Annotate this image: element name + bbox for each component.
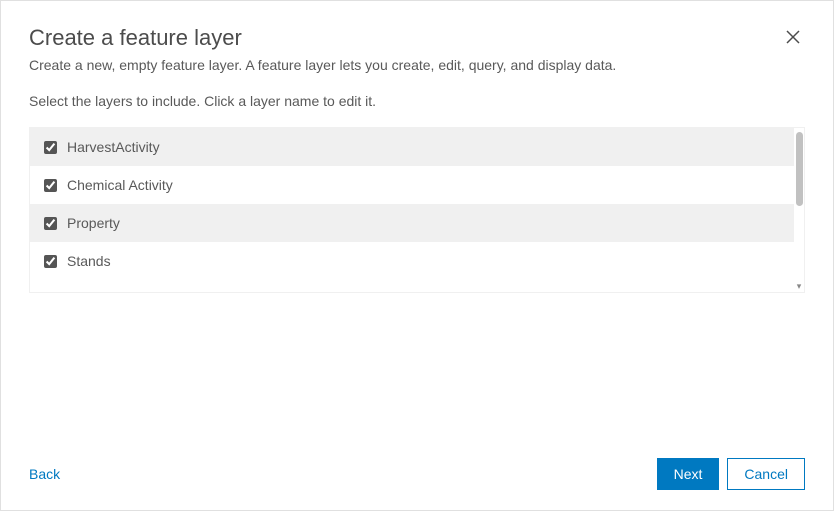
dialog-header: Create a feature layer [29,25,805,57]
layer-row[interactable]: Property [30,204,794,242]
close-icon [785,29,801,45]
layer-row[interactable]: Stands [30,242,794,280]
layer-instruction: Select the layers to include. Click a la… [29,93,805,109]
next-button[interactable]: Next [657,458,720,490]
footer-buttons: Next Cancel [657,458,805,490]
dialog-subtitle: Create a new, empty feature layer. A fea… [29,57,805,73]
close-button[interactable] [781,25,805,52]
scrollbar-thumb[interactable] [796,132,803,206]
cancel-button[interactable]: Cancel [727,458,805,490]
layer-checkbox[interactable] [44,217,57,230]
layer-name-label[interactable]: Stands [67,253,111,269]
layer-checkbox[interactable] [44,141,57,154]
layer-list-container: HarvestActivity Chemical Activity Proper… [29,127,805,293]
scrollbar[interactable]: ▾ [794,128,804,292]
back-link[interactable]: Back [29,466,60,482]
layer-row[interactable]: HarvestActivity [30,128,794,166]
layer-name-label[interactable]: Property [67,215,120,231]
layer-checkbox[interactable] [44,255,57,268]
layer-name-label[interactable]: HarvestActivity [67,139,160,155]
dialog-title: Create a feature layer [29,25,242,51]
layer-list[interactable]: HarvestActivity Chemical Activity Proper… [30,128,794,292]
create-feature-layer-dialog: Create a feature layer Create a new, emp… [0,0,834,511]
layer-checkbox[interactable] [44,179,57,192]
layer-row[interactable]: Chemical Activity [30,166,794,204]
dialog-footer: Back Next Cancel [29,446,805,490]
scroll-down-arrow[interactable]: ▾ [795,282,803,290]
layer-name-label[interactable]: Chemical Activity [67,177,173,193]
